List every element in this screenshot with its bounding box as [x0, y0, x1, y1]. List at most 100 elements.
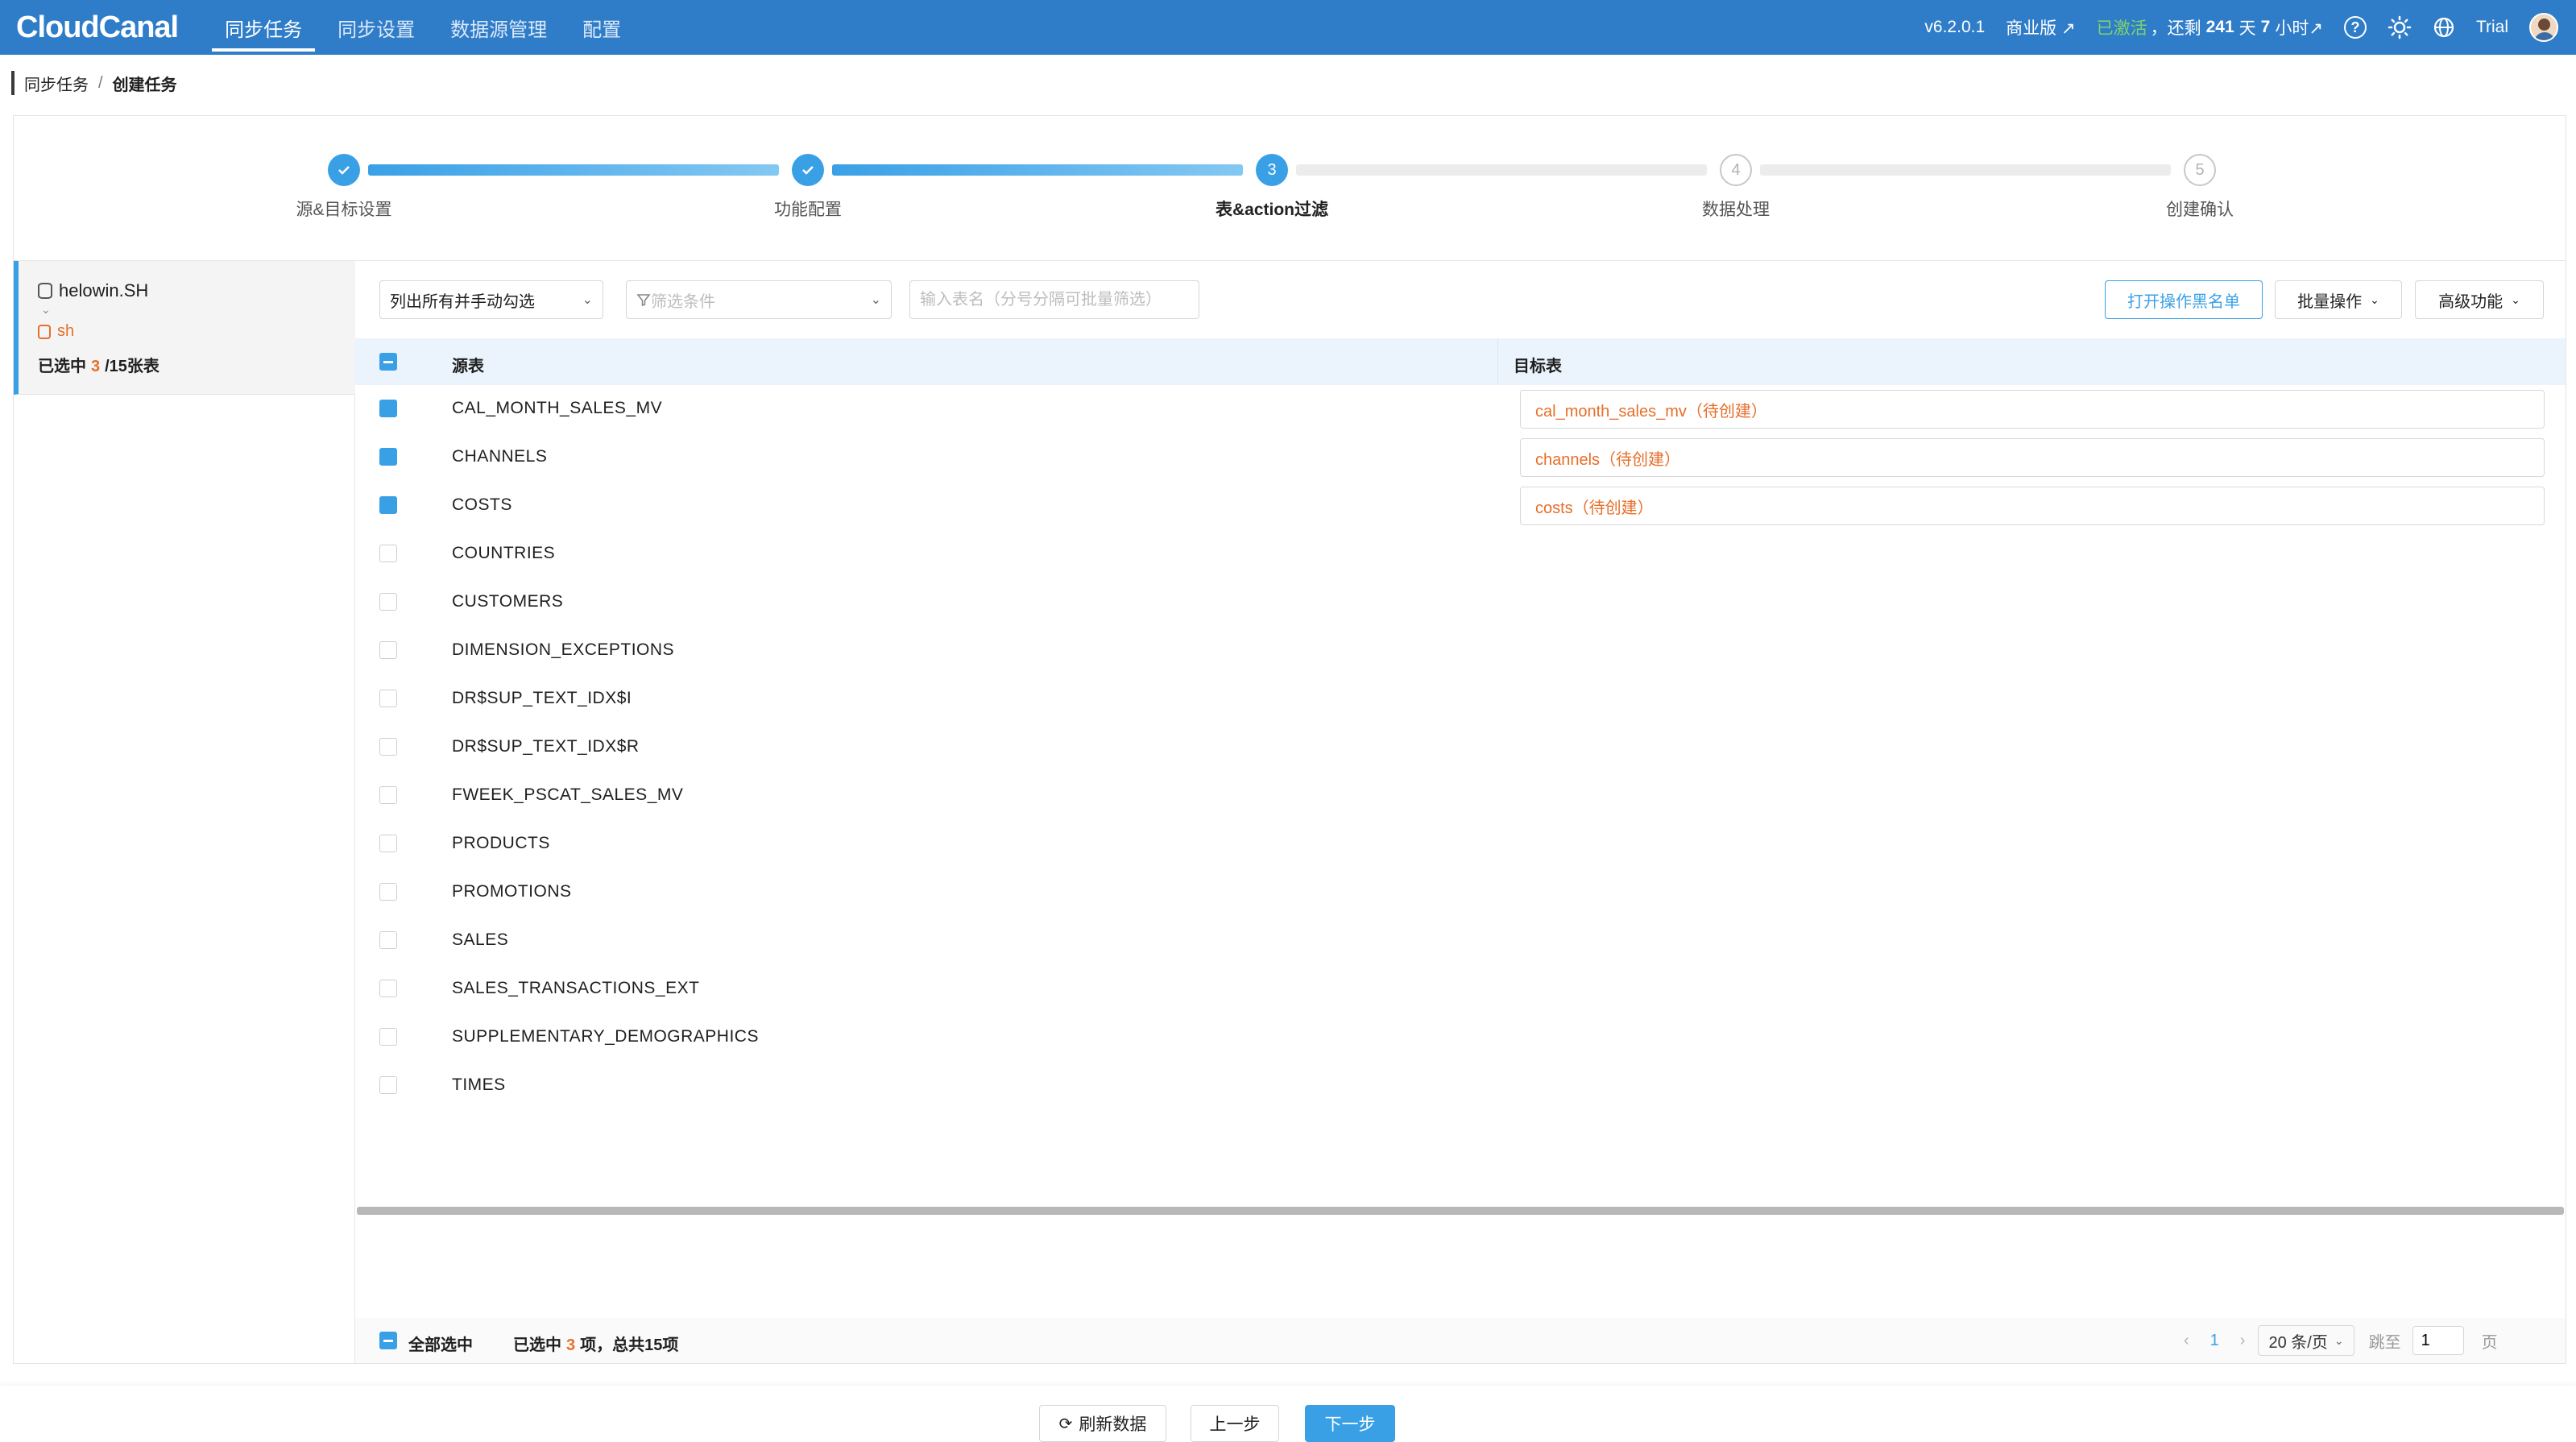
step-4-number: 4 [1720, 154, 1752, 186]
row-checkbox[interactable] [379, 786, 397, 804]
step-5-label: 创建确认 [2166, 201, 2234, 219]
row-checkbox[interactable] [379, 980, 397, 997]
horizontal-scrollbar[interactable] [357, 1207, 2564, 1215]
row-checkbox[interactable] [379, 738, 397, 756]
table-row[interactable]: FWEEK_PSCAT_SALES_MV [355, 772, 2566, 820]
table-row[interactable]: SUPPLEMENTARY_DEMOGRAPHICS [355, 1013, 2566, 1062]
nav-sync-settings[interactable]: 同步设置 [320, 0, 433, 55]
source-table-name: CAL_MONTH_SALES_MV [452, 399, 663, 417]
selection-summary: 已选中 3 项，总共15项 [513, 1332, 678, 1355]
chevron-down-icon[interactable]: ⌄ [41, 303, 51, 317]
row-checkbox[interactable] [379, 1028, 397, 1046]
footer-select-all-checkbox[interactable] [379, 1332, 397, 1349]
table-row[interactable]: DIMENSION_EXCEPTIONS [355, 627, 2566, 675]
table-header: 源表 目标表 [355, 338, 2566, 385]
next-step-button[interactable]: 下一步 [1305, 1405, 1395, 1442]
batch-operations-button[interactable]: 批量操作 ⌄ [2275, 280, 2402, 319]
source-table-name: DIMENSION_EXCEPTIONS [452, 640, 675, 659]
row-checkbox[interactable] [379, 400, 397, 417]
source-table-name: SUPPLEMENTARY_DEMOGRAPHICS [452, 1027, 759, 1046]
user-avatar[interactable] [2529, 13, 2558, 42]
page-size-select[interactable]: 20 条/页 ⌄ [2258, 1325, 2354, 1356]
app-logo[interactable]: CloudCanal [16, 10, 179, 45]
target-table-field[interactable]: costs（待创建） [1520, 487, 2545, 525]
table-row[interactable]: DR$SUP_TEXT_IDX$I [355, 675, 2566, 723]
database-name-text: helowin.SH [59, 280, 149, 300]
chevron-right-icon[interactable]: › [2240, 1332, 2246, 1350]
nav-config[interactable]: 配置 [565, 0, 639, 55]
edition-link[interactable]: 商业版 ↗ [2006, 15, 2075, 39]
list-mode-select[interactable]: 列出所有并手动勾选 ⌄ [379, 280, 603, 319]
advanced-functions-button[interactable]: 高级功能 ⌄ [2415, 280, 2544, 319]
pagination: ‹ 1 › 20 条/页 ⌄ 跳至 页 [2184, 1324, 2498, 1357]
table-row[interactable]: SALES_TRANSACTIONS_EXT [355, 965, 2566, 1013]
user-name[interactable]: Trial [2476, 18, 2508, 37]
advanced-functions-label: 高级功能 [2438, 292, 2504, 311]
table-selection-area: 列出所有并手动勾选 ⌄ 筛选条件 ⌄ 打开操作黑名单 批量操作 ⌄ 高级功能 ⌄ 源… [355, 261, 2566, 1363]
row-checkbox[interactable] [379, 496, 397, 514]
breadcrumb-parent[interactable]: 同步任务 [24, 72, 89, 95]
filter-icon [636, 294, 651, 307]
summary-prefix: 已选中 [513, 1336, 561, 1354]
table-row[interactable]: CUSTOMERS [355, 578, 2566, 627]
jump-page-input[interactable] [2412, 1326, 2464, 1355]
target-table-field[interactable]: cal_month_sales_mv（待创建） [1520, 390, 2545, 429]
target-table-field[interactable]: channels（待创建） [1520, 438, 2545, 477]
selected-tables-count: 已选中 3/15张表 [38, 353, 159, 376]
row-checkbox[interactable] [379, 690, 397, 707]
refresh-icon: ⟳ [1058, 1415, 1073, 1433]
bottom-action-bar: ⟳ 刷新数据 上一步 下一步 [0, 1386, 2576, 1442]
theme-sun-icon[interactable] [2388, 15, 2412, 39]
select-all-label[interactable]: 全部选中 [408, 1332, 473, 1355]
table-row[interactable]: CAL_MONTH_SALES_MV cal_month_sales_mv（待创建… [355, 385, 2566, 433]
previous-step-button[interactable]: 上一步 [1191, 1405, 1279, 1442]
header-select-all-checkbox[interactable] [379, 353, 397, 371]
step-2-label: 功能配置 [774, 201, 842, 219]
table-name-search-input[interactable] [909, 280, 1199, 319]
selected-prefix: 已选中 [38, 358, 86, 375]
schema-name: sh [38, 322, 74, 341]
nav-datasource-management[interactable]: 数据源管理 [433, 0, 565, 55]
row-checkbox[interactable] [379, 883, 397, 901]
open-blacklist-button[interactable]: 打开操作黑名单 [2105, 280, 2263, 319]
table-row[interactable]: DR$SUP_TEXT_IDX$R [355, 723, 2566, 772]
remain-prefix: ，还剩 [2150, 19, 2201, 38]
step-connector-4 [1760, 164, 2171, 176]
create-task-card: 3 4 5 源&目标设置 功能配置 表&action过滤 数据处理 创建确认 h… [13, 115, 2566, 1364]
batch-operations-label: 批量操作 [2297, 292, 2363, 311]
page-number[interactable]: 1 [2210, 1332, 2219, 1350]
source-table-name: TIMES [452, 1075, 506, 1094]
filter-placeholder: 筛选条件 [651, 292, 715, 311]
table-row[interactable]: PROMOTIONS [355, 868, 2566, 917]
license-remaining-link[interactable]: ，还剩 241 天 7 小时↗ [2151, 15, 2323, 39]
step-5-number: 5 [2184, 154, 2216, 186]
table-row[interactable]: TIMES [355, 1062, 2566, 1110]
table-row[interactable]: COSTS costs（待创建） [355, 482, 2566, 530]
row-checkbox[interactable] [379, 448, 397, 466]
refresh-label: 刷新数据 [1079, 1415, 1147, 1434]
source-table-name: DR$SUP_TEXT_IDX$I [452, 689, 632, 707]
table-row[interactable]: PRODUCTS [355, 820, 2566, 868]
table-row[interactable]: COUNTRIES [355, 530, 2566, 578]
list-mode-value: 列出所有并手动勾选 [390, 292, 535, 311]
help-icon[interactable]: ? [2343, 16, 2367, 39]
refresh-data-button[interactable]: ⟳ 刷新数据 [1039, 1405, 1166, 1442]
language-globe-icon[interactable] [2433, 16, 2455, 39]
row-checkbox[interactable] [379, 931, 397, 949]
database-card[interactable]: helowin.SH ⌄ sh 已选中 3/15张表 [14, 261, 355, 395]
remain-hours: 7 [2260, 18, 2271, 36]
row-checkbox[interactable] [379, 835, 397, 852]
row-checkbox[interactable] [379, 545, 397, 562]
nav-sync-tasks[interactable]: 同步任务 [207, 0, 320, 55]
row-checkbox[interactable] [379, 1076, 397, 1094]
table-row[interactable]: CHANNELS channels（待创建） [355, 433, 2566, 482]
table-row[interactable]: SALES [355, 917, 2566, 965]
row-checkbox[interactable] [379, 641, 397, 659]
filter-condition-select[interactable]: 筛选条件 ⌄ [626, 280, 892, 319]
jump-label: 跳至 [2368, 1333, 2401, 1352]
schema-name-text: sh [57, 322, 75, 340]
summary-suffix: 项，总共15项 [580, 1336, 679, 1354]
chevron-down-icon: ⌄ [870, 293, 881, 307]
chevron-left-icon[interactable]: ‹ [2184, 1332, 2189, 1350]
row-checkbox[interactable] [379, 593, 397, 611]
